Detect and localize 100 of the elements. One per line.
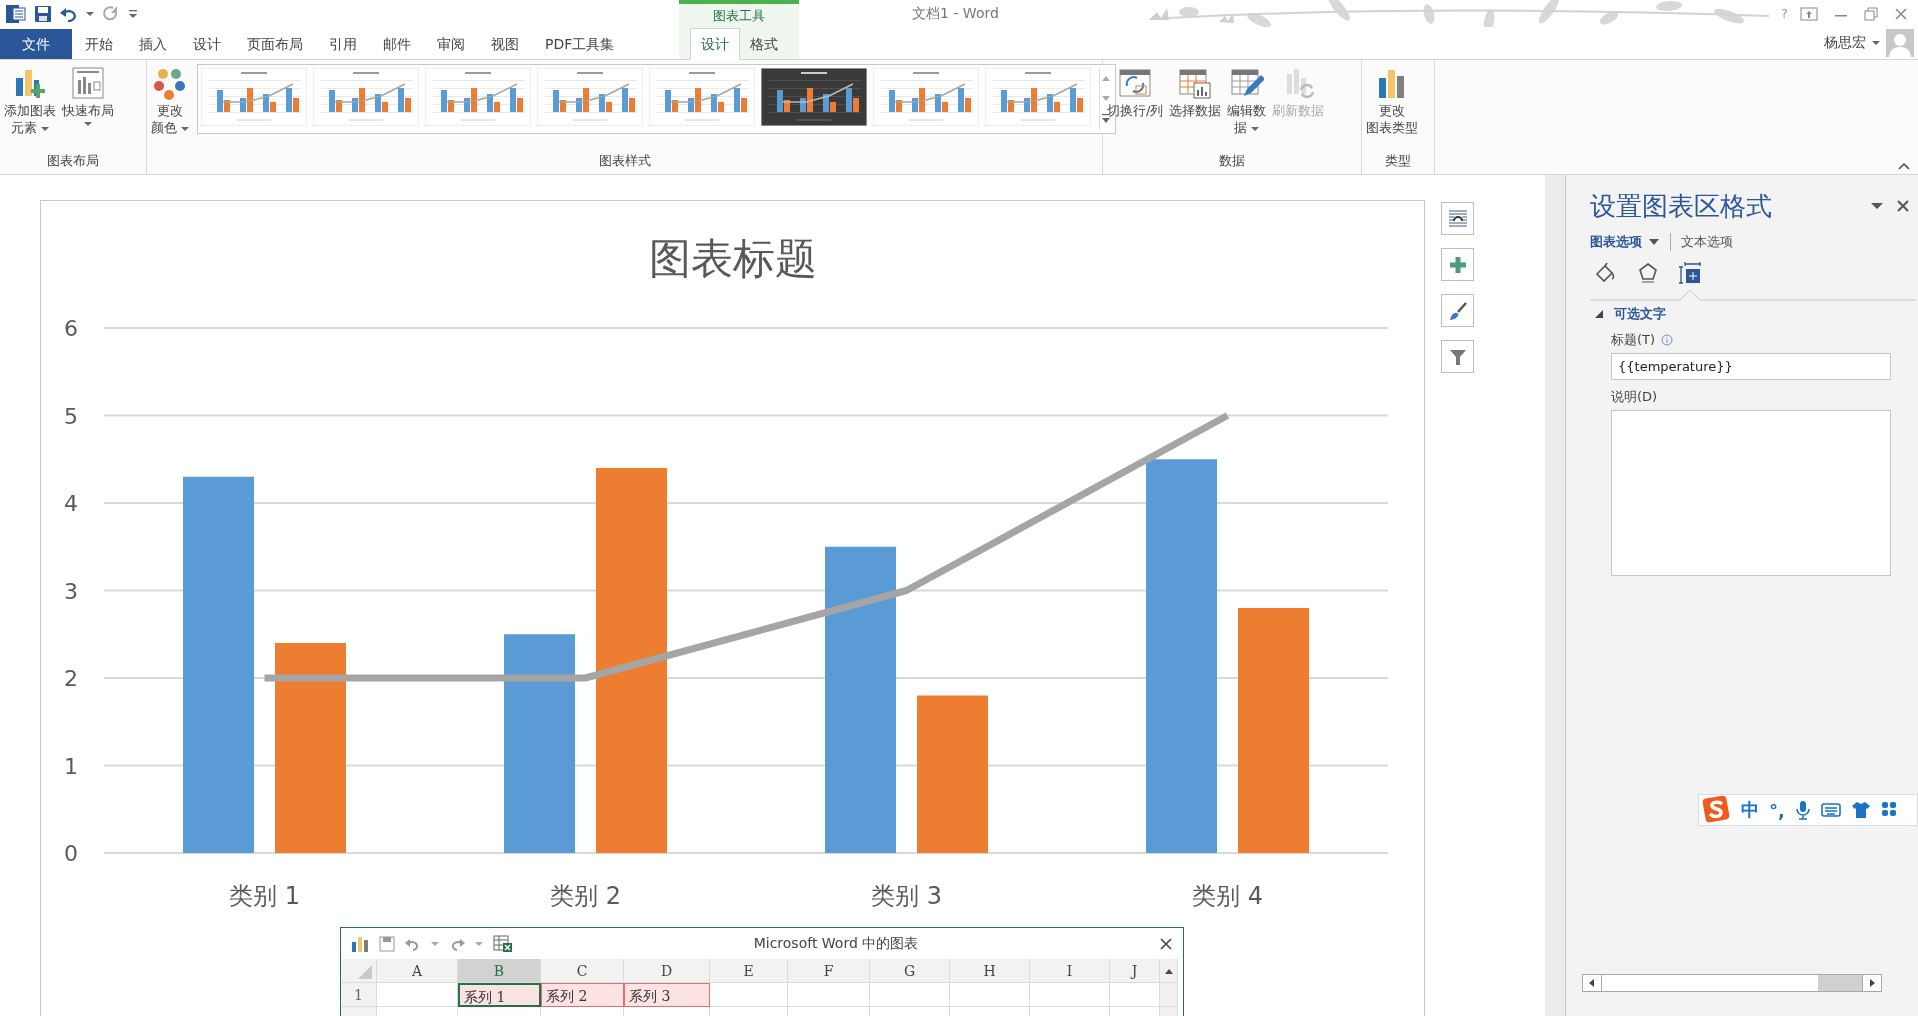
column-header[interactable]: H: [950, 959, 1030, 983]
ribbon-display-icon[interactable]: [1800, 6, 1818, 21]
ribbon-tab[interactable]: 引用: [316, 29, 370, 59]
caret-icon[interactable]: [1251, 126, 1260, 132]
column-header[interactable]: B: [458, 959, 541, 983]
ribbon-tab[interactable]: 插入: [126, 29, 180, 59]
ribbon-tab[interactable]: 开始: [72, 29, 126, 59]
ribbon-button[interactable]: 更改 颜色: [149, 64, 192, 138]
chart-styles-button[interactable]: [1441, 294, 1474, 327]
user-name[interactable]: 杨思宏: [1824, 34, 1866, 52]
option-tab[interactable]: 文本选项: [1681, 233, 1733, 251]
axis-label: 6: [64, 316, 78, 341]
caret-icon[interactable]: [1872, 40, 1880, 46]
ribbon-tab[interactable]: 设计: [180, 29, 234, 59]
ribbon-button[interactable]: 更改 图表类型: [1364, 64, 1420, 138]
chart-style-thumbnail[interactable]: [201, 68, 308, 126]
ribbon-tab[interactable]: 邮件: [370, 29, 424, 59]
chart-title: 图表标题: [648, 234, 817, 283]
redo-icon[interactable]: [102, 4, 120, 23]
switch-icon: [1118, 66, 1153, 100]
layout-options-button[interactable]: [1441, 202, 1474, 235]
caret-icon[interactable]: [86, 10, 94, 17]
chart-style-thumbnail[interactable]: [425, 68, 532, 126]
category-label: 类别 2: [550, 882, 621, 910]
column-header[interactable]: J: [1110, 959, 1160, 983]
close-icon[interactable]: [1896, 199, 1910, 213]
axis-label: 0: [64, 841, 78, 866]
pane-menu-icon[interactable]: [1870, 201, 1884, 211]
scroll-right-icon[interactable]: [1868, 978, 1876, 988]
caret-icon[interactable]: [181, 126, 190, 132]
select-data-icon: [1178, 66, 1213, 100]
palette-icon: [153, 66, 188, 100]
table-cell: 系列 1: [458, 983, 541, 1007]
text-field[interactable]: {{temperature}}: [1611, 353, 1891, 380]
chart-style-thumbnail[interactable]: [649, 68, 756, 126]
ribbon-button[interactable]: 选择数据: [1167, 64, 1224, 121]
maximize-icon[interactable]: [1864, 6, 1878, 21]
ribbon-tab[interactable]: 设计: [690, 28, 740, 60]
caret-icon[interactable]: [41, 126, 50, 132]
chart-elements-button[interactable]: [1441, 248, 1474, 281]
punctuation-toggle[interactable]: °,: [1769, 799, 1785, 821]
ribbon-tab[interactable]: PDF工具集: [532, 29, 628, 59]
microphone-icon[interactable]: [1794, 800, 1811, 820]
caret-icon[interactable]: [1648, 238, 1660, 246]
app-logo-icon[interactable]: [6, 3, 26, 24]
chart-style-thumbnail[interactable]: [537, 68, 644, 126]
table-cell: 系列 3: [624, 983, 710, 1007]
layout-icon: [71, 66, 105, 100]
section-title[interactable]: 可选文字: [1614, 305, 1666, 323]
column-header[interactable]: F: [788, 959, 870, 983]
apps-icon[interactable]: [1880, 801, 1897, 819]
group-label: 数据: [1218, 152, 1246, 170]
close-icon[interactable]: [1159, 936, 1173, 951]
spreadsheet-icon[interactable]: [493, 934, 513, 953]
column-header[interactable]: E: [710, 959, 788, 983]
pentagon-icon[interactable]: [1636, 261, 1660, 285]
scroll-left-icon[interactable]: [1588, 978, 1596, 988]
horizontal-scrollbar[interactable]: [1582, 974, 1882, 992]
ribbon-tab[interactable]: 格式: [740, 29, 788, 59]
chart-style-thumbnail[interactable]: [985, 68, 1092, 126]
column-header[interactable]: D: [624, 959, 710, 983]
layout-options-icon: [1446, 207, 1469, 230]
ribbon-tab[interactable]: 文件: [0, 29, 72, 59]
field-label: 标题(T): [1611, 331, 1656, 349]
input-mode-toggle[interactable]: 中: [1741, 798, 1759, 822]
scroll-up-button[interactable]: [1160, 959, 1178, 983]
column-header[interactable]: C: [541, 959, 624, 983]
ribbon-button[interactable]: 切换行/列: [1105, 64, 1166, 121]
shirt-icon[interactable]: [1850, 801, 1871, 819]
column-header[interactable]: G: [870, 959, 950, 983]
ribbon-button[interactable]: 添加图表 元素: [2, 64, 58, 138]
chart-icon[interactable]: [351, 934, 369, 953]
table-cell: 系列 2: [541, 983, 624, 1007]
collapse-ribbon-icon[interactable]: [1898, 162, 1910, 170]
ribbon-tab[interactable]: 审阅: [424, 29, 478, 59]
caret-icon[interactable]: [84, 121, 92, 127]
save-icon[interactable]: [34, 4, 52, 23]
expand-icon[interactable]: [1594, 309, 1604, 319]
scrollbar-thumb[interactable]: [1818, 975, 1862, 991]
ribbon-tab[interactable]: 视图: [478, 29, 532, 59]
chart-filters-button[interactable]: [1441, 340, 1474, 373]
size-properties-icon[interactable]: [1678, 261, 1702, 285]
chart-style-thumbnail[interactable]: [761, 68, 868, 126]
group-label: 图表布局: [46, 152, 100, 170]
chart-style-thumbnail[interactable]: [313, 68, 420, 126]
row-header[interactable]: 1: [341, 983, 377, 1007]
window-title: Microsoft Word 中的图表: [752, 934, 920, 953]
ribbon-button[interactable]: 快速布局: [60, 64, 116, 129]
axis-label: 3: [64, 578, 78, 604]
window-title: 文档1 - Word: [912, 4, 999, 23]
category-label: 类别 1: [229, 882, 300, 910]
axis-label: 2: [64, 666, 78, 691]
keyboard-icon[interactable]: [1820, 802, 1841, 818]
column-header[interactable]: A: [377, 959, 458, 983]
option-tab[interactable]: 图表选项: [1590, 233, 1642, 251]
column-header[interactable]: I: [1030, 959, 1110, 983]
ribbon-button[interactable]: 编辑数 据: [1225, 64, 1269, 138]
axis-label: 4: [64, 491, 78, 516]
chart-style-thumbnail[interactable]: [873, 68, 980, 126]
ribbon-tab[interactable]: 页面布局: [234, 29, 316, 59]
